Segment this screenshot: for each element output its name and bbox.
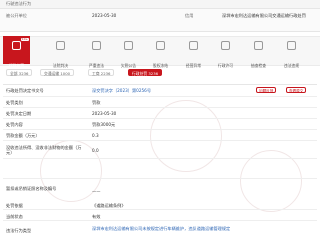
row2-label: 被公开单位	[6, 13, 27, 18]
category-label: 处罚类别	[6, 100, 23, 105]
tab-badge: 10+	[20, 37, 29, 41]
top-strip	[0, 0, 320, 8]
content-value: 罚款3000元	[92, 122, 116, 127]
filter-commerce[interactable]: 工商 2236	[88, 69, 115, 76]
filter-transport[interactable]: 交通运输 1000	[40, 69, 75, 76]
row2-value: 2023-05-30	[92, 13, 117, 18]
category-value: 罚款	[92, 100, 101, 105]
tab-label: 行政许可	[217, 63, 234, 68]
tab-violation[interactable]: 违法违规	[278, 36, 305, 68]
search-icon	[254, 41, 263, 50]
facts-value: 深圳市宏利达运输有限公司未按规定进行车辆维护，违反道路运输管理规定	[92, 226, 231, 231]
tab-license[interactable]: 行政许可	[212, 36, 239, 68]
date-label: 处罚决定日期	[6, 111, 32, 116]
content-label: 处罚内容	[6, 122, 23, 127]
tab-inspect[interactable]: 抽查检查	[245, 36, 272, 68]
status-value: 有效	[92, 214, 101, 219]
tab-label: 抽查检查	[250, 63, 267, 68]
lock-icon	[156, 41, 165, 50]
basis-label: 处罚依据	[6, 203, 23, 208]
amount-label: 罚款金额（万元）	[6, 133, 40, 138]
row2-desc: 深圳市宏利达运输有限公司交通运输行政处罚	[222, 13, 306, 18]
warning-icon	[92, 41, 101, 50]
tab-court[interactable]: 法院判决	[47, 36, 74, 68]
basis-value: 《道路运输条例》	[92, 203, 126, 208]
tab-label: 经营异常	[185, 63, 202, 68]
row2-label2: 信用	[185, 13, 194, 18]
table-row	[3, 158, 317, 179]
gavel-icon	[56, 41, 65, 50]
filter-all[interactable]: 全部 3236	[6, 69, 33, 76]
amount-value: 0.3	[92, 133, 99, 138]
document-icon	[12, 41, 21, 50]
tab-label: 欠税公告	[120, 63, 137, 68]
case-no-value: 深交罚决字〔2023〕第0256号	[92, 88, 152, 93]
confiscate-label: 没收违法所得、没收非法财物的金额（万元）	[6, 145, 82, 155]
view-original-button[interactable]: 查看原文	[286, 87, 307, 93]
flag-icon	[287, 41, 296, 50]
tab-tax[interactable]: 欠税公告	[115, 36, 142, 68]
case-no-label: 行政处罚决定书文号	[6, 88, 44, 93]
facts-label: 违法行为类型	[6, 228, 32, 233]
tab-label: 违法违规	[283, 63, 300, 68]
filter-penalty[interactable]: 行政处罚 3236	[128, 69, 163, 76]
tab-freeze[interactable]: 股权冻结	[147, 36, 174, 68]
license-label: 暂扣或吊销证照名称及编号	[6, 186, 57, 191]
alert-icon	[189, 41, 198, 50]
tab-penalty[interactable]: 10+ 行政处罚	[3, 36, 30, 68]
tab-label: 法院判决	[52, 63, 69, 68]
tab-serious[interactable]: 严重违法	[83, 36, 110, 68]
row1-label: 行驶违法行为	[6, 1, 32, 6]
info-row	[0, 8, 320, 32]
certificate-icon	[221, 41, 230, 50]
tax-icon	[124, 41, 133, 50]
tab-label: 行政处罚	[8, 63, 25, 68]
tab-label: 严重违法	[88, 63, 105, 68]
tab-label: 股权冻结	[152, 63, 169, 68]
confiscate-value: 0.0	[92, 148, 99, 153]
report-button[interactable]: 问题反馈	[256, 87, 277, 93]
status-label: 当前状态	[6, 214, 23, 219]
date-value: 2023-05-30	[92, 111, 117, 116]
tab-abnormal[interactable]: 经营异常	[180, 36, 207, 68]
license-value: ——	[92, 189, 101, 194]
